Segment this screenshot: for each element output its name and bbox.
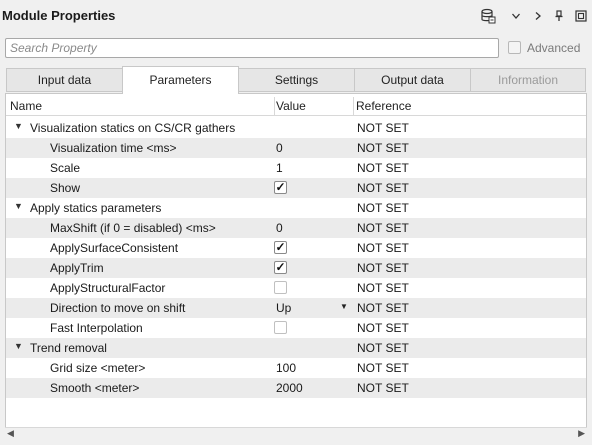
reference-value[interactable]: NOT SET <box>357 341 409 355</box>
tab-input-data[interactable]: Input data <box>6 68 123 92</box>
property-row[interactable]: Grid size <meter> 100 NOT SET <box>6 358 586 378</box>
property-name: Visualization time <ms> <box>50 141 177 155</box>
reference-value[interactable]: NOT SET <box>357 181 409 195</box>
property-row[interactable]: MaxShift (if 0 = disabled) <ms> 0 NOT SET <box>6 218 586 238</box>
property-row[interactable]: Scale 1 NOT SET <box>6 158 586 178</box>
tab-output-data[interactable]: Output data <box>354 68 471 92</box>
tab-settings[interactable]: Settings <box>238 68 355 92</box>
collapse-arrow-icon[interactable]: ▼ <box>14 341 23 351</box>
column-header-name[interactable]: Name <box>10 99 42 113</box>
tab-information: Information <box>470 68 586 92</box>
property-name: Apply statics parameters <box>30 201 162 215</box>
property-row[interactable]: Direction to move on shift Up ▼ NOT SET <box>6 298 586 318</box>
column-header-value[interactable]: Value <box>276 99 306 113</box>
property-name: Visualization statics on CS/CR gathers <box>30 121 236 135</box>
advanced-label: Advanced <box>527 41 581 55</box>
chevron-down-icon[interactable] <box>509 7 523 25</box>
scroll-left-icon[interactable]: ◀ <box>7 428 14 439</box>
column-divider[interactable] <box>353 97 354 115</box>
reference-value[interactable]: NOT SET <box>357 201 409 215</box>
group-row[interactable]: ▼ Visualization statics on CS/CR gathers N… <box>6 118 586 138</box>
reference-value[interactable]: NOT SET <box>357 261 409 275</box>
property-name: Fast Interpolation <box>50 321 143 335</box>
restore-window-icon[interactable] <box>574 7 588 25</box>
value-field[interactable]: 1 <box>276 161 283 175</box>
property-grid: Name Value Reference ▼ Visualization stat… <box>5 93 587 439</box>
value-checkbox[interactable]: ✓ <box>274 261 287 274</box>
value-checkbox[interactable]: ✓ <box>274 241 287 254</box>
collapse-arrow-icon[interactable]: ▼ <box>14 201 23 211</box>
property-name: ApplyStructuralFactor <box>50 281 166 295</box>
column-divider[interactable] <box>274 97 275 115</box>
property-row[interactable]: Smooth <meter> 2000 NOT SET <box>6 378 586 398</box>
property-name: Scale <box>50 161 81 175</box>
value-field[interactable]: 0 <box>276 141 283 155</box>
horizontal-scrollbar[interactable]: ◀ ▶ <box>5 427 587 439</box>
reference-value[interactable]: NOT SET <box>357 141 409 155</box>
group-row[interactable]: ▼ Apply statics parameters NOT SET <box>6 198 586 218</box>
tab-parameters[interactable]: Parameters <box>122 66 239 94</box>
value-checkbox[interactable]: ✓ <box>274 181 287 194</box>
value-field[interactable]: 0 <box>276 221 283 235</box>
database-icon[interactable] <box>479 7 497 25</box>
property-row[interactable]: ApplyTrim ✓ NOT SET <box>6 258 586 278</box>
property-name: ApplySurfaceConsistent <box>50 241 179 255</box>
value-checkbox[interactable] <box>274 321 287 334</box>
property-name: Direction to move on shift <box>50 301 186 315</box>
chevron-right-icon[interactable] <box>532 7 544 25</box>
scroll-right-icon[interactable]: ▶ <box>578 428 585 439</box>
property-name: ApplyTrim <box>50 261 104 275</box>
property-name: Smooth <meter> <box>50 381 140 395</box>
dropdown-arrow-icon[interactable]: ▼ <box>340 302 348 311</box>
reference-value[interactable]: NOT SET <box>357 121 409 135</box>
grid-header: Name Value Reference <box>6 97 586 116</box>
value-checkbox[interactable] <box>274 281 287 294</box>
property-name: Trend removal <box>30 341 107 355</box>
collapse-arrow-icon[interactable]: ▼ <box>14 121 23 131</box>
reference-value[interactable]: NOT SET <box>357 381 409 395</box>
title-bar: Module Properties <box>0 0 592 32</box>
window-title: Module Properties <box>2 8 116 23</box>
value-field[interactable]: 2000 <box>276 381 303 395</box>
property-row[interactable]: ApplyStructuralFactor NOT SET <box>6 278 586 298</box>
search-property-input[interactable] <box>5 38 499 58</box>
group-row[interactable]: ▼ Trend removal NOT SET <box>6 338 586 358</box>
property-name: MaxShift (if 0 = disabled) <ms> <box>50 221 216 235</box>
reference-value[interactable]: NOT SET <box>357 361 409 375</box>
reference-value[interactable]: NOT SET <box>357 301 409 315</box>
value-dropdown[interactable]: Up <box>276 301 291 315</box>
property-row[interactable]: Visualization time <ms> 0 NOT SET <box>6 138 586 158</box>
column-header-reference[interactable]: Reference <box>356 99 411 113</box>
reference-value[interactable]: NOT SET <box>357 241 409 255</box>
property-name: Grid size <meter> <box>50 361 146 375</box>
advanced-checkbox[interactable] <box>508 41 521 54</box>
property-name: Show <box>50 181 81 195</box>
value-field[interactable]: 100 <box>276 361 296 375</box>
reference-value[interactable]: NOT SET <box>357 281 409 295</box>
pin-icon[interactable] <box>553 7 565 25</box>
reference-value[interactable]: NOT SET <box>357 321 409 335</box>
property-row[interactable]: Show ✓ NOT SET <box>6 178 586 198</box>
property-row[interactable]: Fast Interpolation NOT SET <box>6 318 586 338</box>
reference-value[interactable]: NOT SET <box>357 161 409 175</box>
property-row[interactable]: ApplySurfaceConsistent ✓ NOT SET <box>6 238 586 258</box>
reference-value[interactable]: NOT SET <box>357 221 409 235</box>
